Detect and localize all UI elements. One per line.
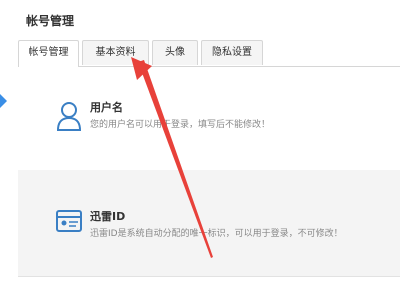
username-description: 您的用户名可以用于登录，填写后不能修改！ [90,120,271,130]
page-title: 帐号管理 [26,14,75,28]
username-title: 用户名 [90,101,123,114]
user-icon [56,102,82,131]
tab-privacy-settings[interactable]: 隐私设置 [201,40,263,65]
tab-basic-profile[interactable]: 基本资料 [82,40,149,65]
xunlei-id-description: 迅雷ID是系统自动分配的唯一标识，可以用于登录，不可修改！ [90,229,343,239]
xunlei-id-title: 迅雷ID [90,210,126,223]
section-marker-icon [0,94,7,108]
id-card-icon [56,210,82,232]
xunlei-id-section: 迅雷ID 迅雷ID是系统自动分配的唯一标识，可以用于登录，不可修改！ [18,170,400,277]
tab-bar: 帐号管理 基本资料 头像 隐私设置 [18,40,400,67]
tab-avatar[interactable]: 头像 [152,40,198,65]
username-section: 用户名 您的用户名可以用于登录，填写后不能修改！ [18,76,400,154]
tab-account-management[interactable]: 帐号管理 [18,40,79,67]
